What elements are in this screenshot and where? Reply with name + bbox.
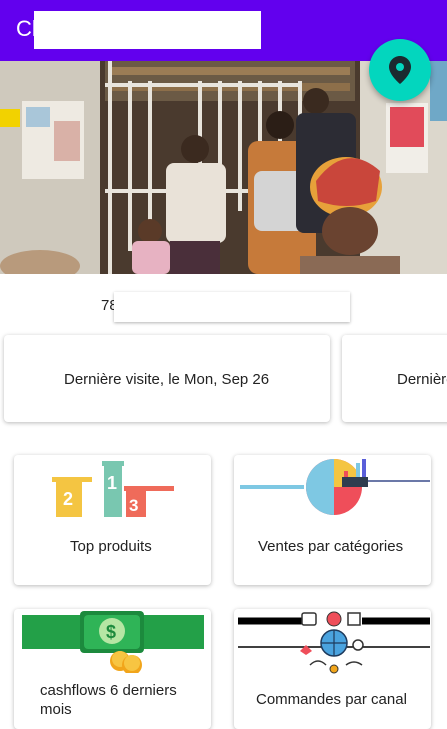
cashflows-label: cashflows 6 derniers mois [40,682,177,718]
location-pin-icon [389,56,411,84]
pie-chart-icon [240,459,430,515]
network-icon [238,611,430,674]
visit-card[interactable]: Dernière visite, le Mon, Sep 26 [4,335,330,422]
svg-text:1: 1 [107,473,117,493]
sales-by-category-tile[interactable]: Ventes par catégories [234,455,431,585]
svg-text:3: 3 [129,496,138,515]
title-redaction [34,11,261,49]
sales-by-category-label: Ventes par catégories [258,538,404,555]
orders-by-channel-tile[interactable]: Commandes par canal [234,609,431,729]
svg-text:$: $ [106,622,116,642]
podium-icon: 2 1 3 [52,461,174,517]
top-products-tile[interactable]: 2 1 3 Top produits [14,455,211,585]
last-visit-label: Dernière visite, le Mon, Sep 26 [64,371,270,388]
last-visit-label: Dernière [397,371,447,388]
client-subtitle: 78 [0,292,447,326]
visit-card[interactable]: Dernière [342,335,447,422]
top-products-label: Top produits [70,538,152,555]
orders-by-channel-label: Commandes par canal [256,691,407,708]
svg-text:2: 2 [63,489,73,509]
location-fab-button[interactable] [369,39,431,101]
cashflows-tile[interactable]: $ cashflows 6 derniers mois [14,609,211,729]
subtitle-redaction [114,292,350,322]
money-icon: $ [22,611,204,673]
